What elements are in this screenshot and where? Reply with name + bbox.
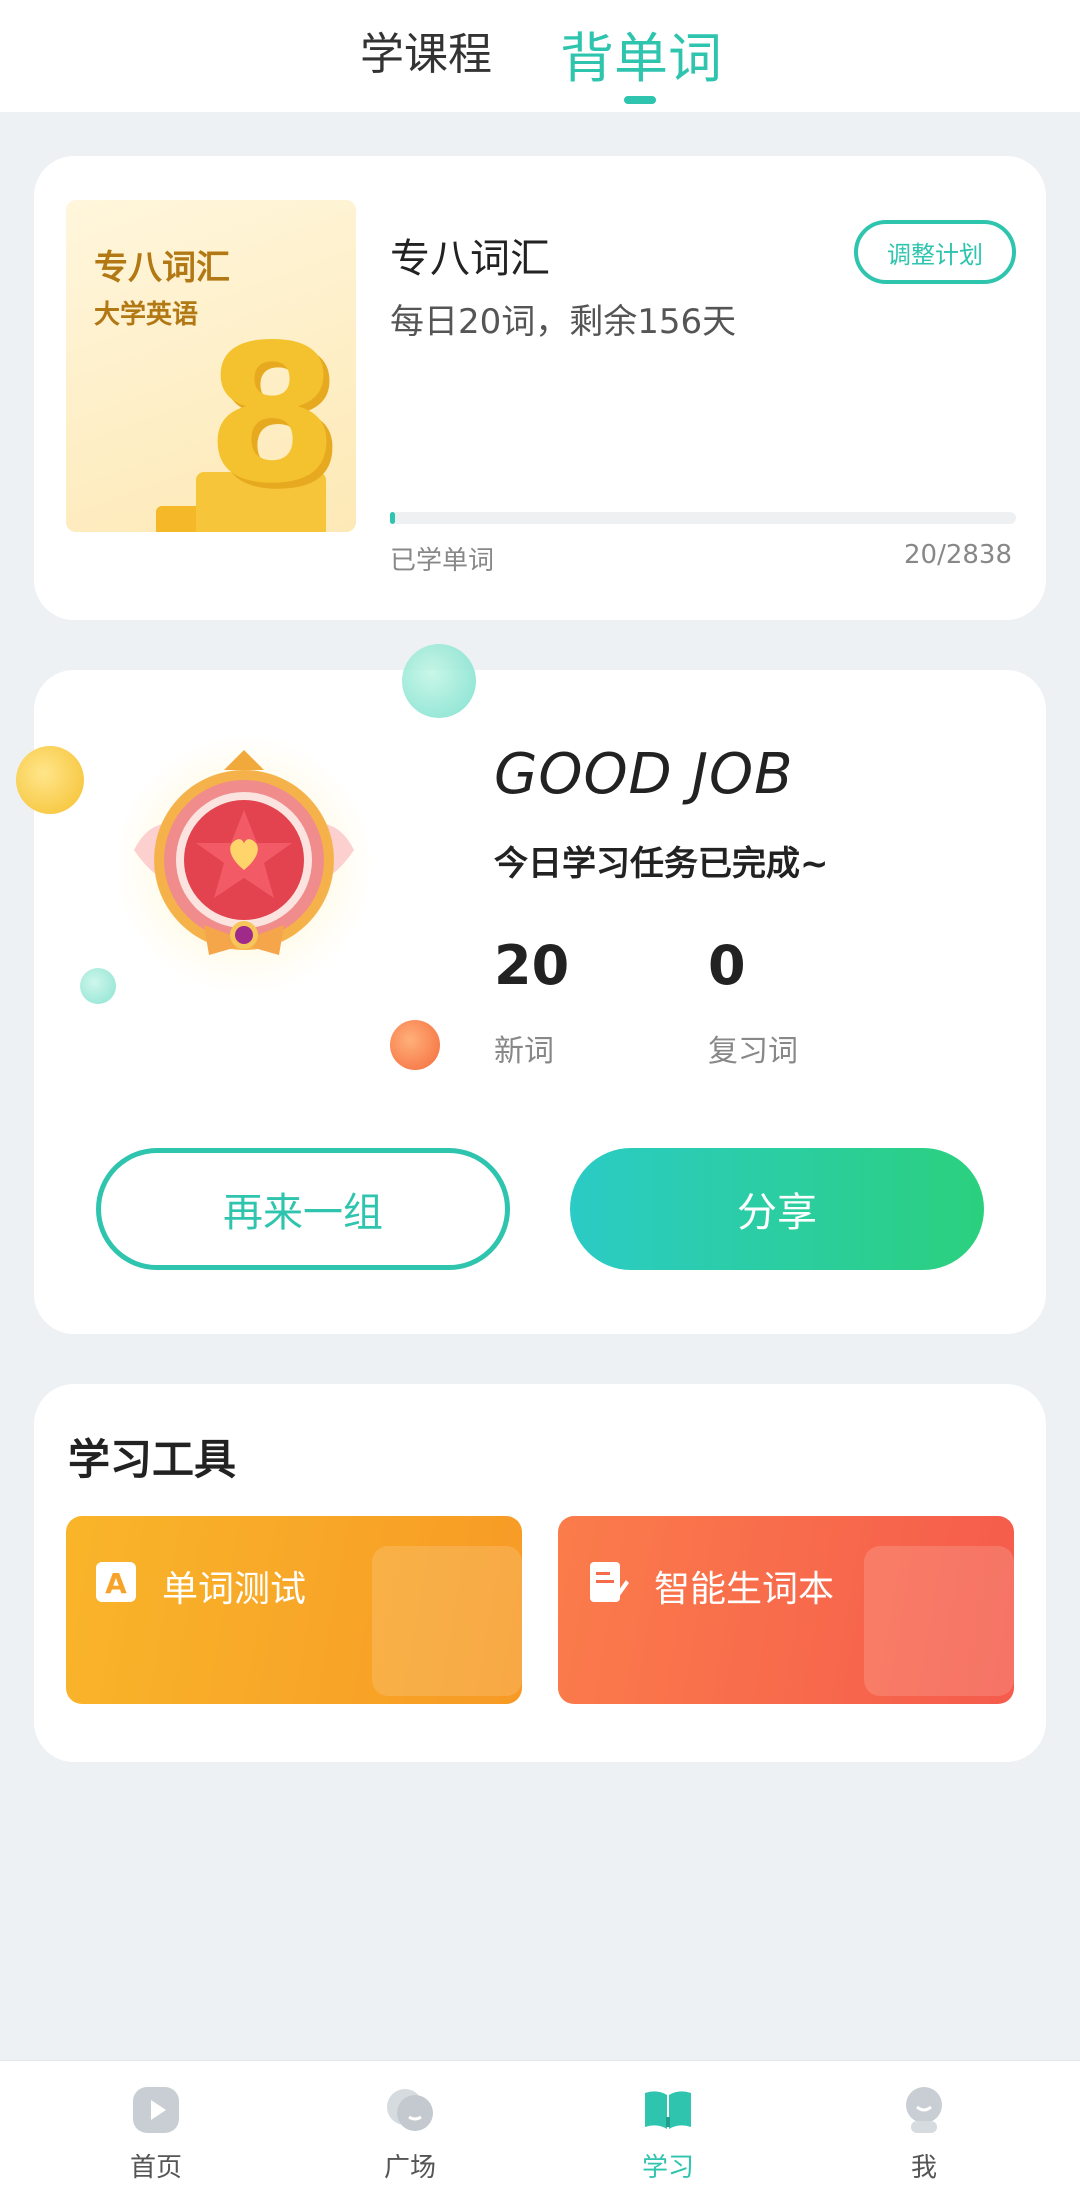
decor-bubble (402, 644, 476, 718)
plan-description: 每日20词，剩余156天 (390, 302, 737, 342)
learned-words-count: 20/2838 (903, 540, 1012, 570)
profile-icon (906, 2087, 942, 2133)
cover-number: 8 (206, 304, 339, 525)
nav-study[interactable]: 学习 (608, 2081, 728, 2184)
cover-title: 专八词汇 (94, 248, 230, 288)
word-test-label: 单词测试 (162, 1569, 307, 1610)
chat-bubble-icon (387, 2089, 433, 2131)
active-tab-indicator (624, 96, 656, 104)
tile-watermark (864, 1546, 1014, 1696)
nav-home[interactable]: 首页 (96, 2081, 216, 2184)
svg-text:A: A (105, 1567, 127, 1600)
nav-plaza-label: 广场 (383, 2153, 436, 2183)
new-words-label: 新词 (494, 1034, 554, 1069)
headline: GOOD JOB (494, 742, 794, 807)
smart-vocab-book-label: 智能生词本 (654, 1569, 835, 1610)
adjust-plan-button[interactable]: 调整计划 (854, 220, 1016, 284)
top-tab-bar: 学课程 背单词 (0, 0, 1080, 112)
tab-words[interactable]: 背单词 (560, 14, 722, 93)
new-words-value: 20 (494, 934, 570, 997)
notebook-pen-icon (590, 1562, 629, 1602)
decor-bubble (390, 1020, 440, 1070)
plan-title: 专八词汇 (390, 236, 550, 282)
letter-a-icon: A (96, 1562, 136, 1602)
progress-fill (390, 512, 395, 524)
decor-bubble (16, 746, 84, 814)
open-book-icon (645, 2091, 691, 2129)
learned-words-label: 已学单词 (390, 546, 495, 576)
plan-card[interactable]: 专八词汇 大学英语 8 专八词汇 每日20词，剩余156天 调整计划 已学单词 … (34, 156, 1046, 620)
decor-bubble (80, 968, 116, 1004)
result-card: GOOD JOB 今日学习任务已完成~ 20 新词 0 复习词 再来一组 分享 (34, 670, 1046, 1334)
study-tools-title: 学习工具 (68, 1435, 237, 1484)
tile-watermark (372, 1546, 522, 1696)
tab-courses[interactable]: 学课程 (360, 18, 492, 82)
completion-message: 今日学习任务已完成~ (494, 844, 829, 884)
cover-subtitle: 大学英语 (94, 300, 199, 330)
progress-bar (390, 512, 1016, 524)
nav-study-label: 学习 (641, 2153, 694, 2183)
nav-plaza[interactable]: 广场 (350, 2081, 470, 2184)
review-words-label: 复习词 (708, 1034, 798, 1069)
nav-me[interactable]: 我 (864, 2081, 984, 2184)
share-button[interactable]: 分享 (570, 1148, 984, 1270)
book-cover: 专八词汇 大学英语 8 (66, 200, 356, 532)
review-words-value: 0 (708, 934, 746, 997)
study-tools-card: 学习工具 A 单词测试 智能生词本 (34, 1384, 1046, 1762)
bottom-nav: 首页 广场 学习 我 (0, 2060, 1080, 2194)
nav-home-label: 首页 (129, 2153, 182, 2183)
achievement-badge-icon (114, 735, 374, 995)
another-set-button[interactable]: 再来一组 (96, 1148, 510, 1270)
smart-vocab-book-tile[interactable]: 智能生词本 (558, 1516, 1014, 1704)
nav-me-label: 我 (910, 2153, 937, 2183)
word-test-tile[interactable]: A 单词测试 (66, 1516, 522, 1704)
play-icon (133, 2087, 179, 2133)
